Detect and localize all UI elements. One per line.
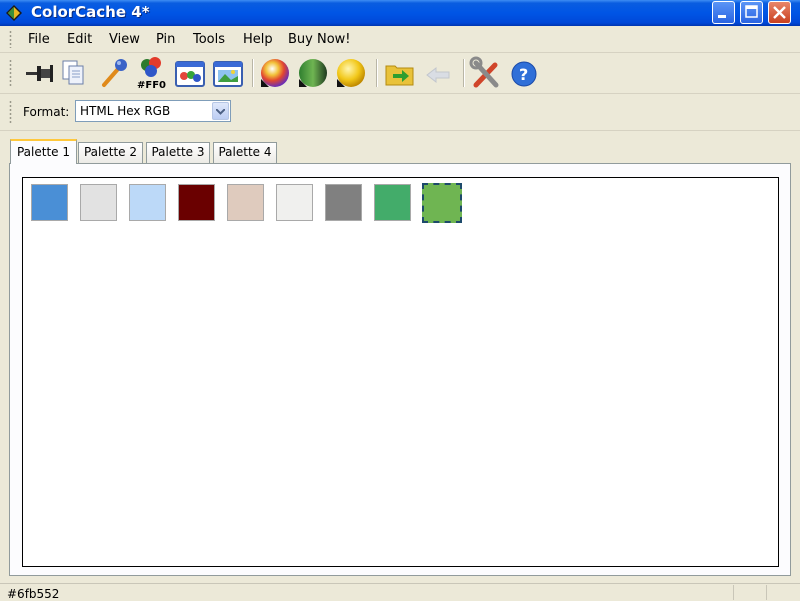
image-window-icon: [213, 61, 243, 87]
tab-palette-2[interactable]: Palette 2: [78, 142, 143, 163]
maximize-icon: [745, 5, 758, 18]
back-arrow-icon: [426, 66, 450, 84]
color-swatch[interactable]: [178, 184, 215, 221]
eyedropper-button[interactable]: [98, 55, 132, 91]
palette-window-button[interactable]: [173, 55, 207, 91]
menu-edit[interactable]: Edit: [67, 32, 92, 47]
close-icon: [773, 6, 786, 19]
tools-button[interactable]: [469, 55, 503, 91]
import-folder-icon: [385, 65, 414, 86]
pin-icon: [26, 65, 53, 82]
status-color-value: #6fb552: [7, 587, 60, 601]
palette-area[interactable]: [22, 177, 779, 567]
hex-color-icon: #FF0: [137, 57, 166, 91]
color-swatch[interactable]: [31, 184, 68, 221]
yellow-circle-button[interactable]: [334, 55, 368, 91]
menu-view[interactable]: View: [109, 32, 140, 47]
help-button[interactable]: ?: [507, 55, 541, 91]
tab-palette-3[interactable]: Palette 3: [146, 142, 210, 163]
toolbar-separator: [463, 59, 464, 87]
chevron-down-icon: [216, 109, 225, 115]
svg-text:?: ?: [519, 65, 528, 84]
app-window: ColorCache 4* File Edit View Pin Tools H…: [0, 0, 800, 601]
toolbar-grip[interactable]: [9, 59, 12, 87]
color-swatch[interactable]: [374, 184, 411, 221]
status-divider: [766, 585, 767, 600]
toolbar-separator: [252, 59, 253, 87]
close-button[interactable]: [768, 1, 791, 24]
palette-window-icon: [175, 61, 205, 87]
main-toolbar: #FF0 ?: [0, 53, 800, 93]
format-dropdown[interactable]: HTML Hex RGB: [75, 100, 231, 122]
help-icon: ?: [511, 61, 537, 87]
format-selected-value: HTML Hex RGB: [80, 104, 171, 118]
formatbar-grip[interactable]: [9, 100, 12, 124]
shade-circle-button[interactable]: [296, 55, 330, 91]
minimize-icon: [718, 15, 726, 18]
menu-buy-now[interactable]: Buy Now!: [288, 32, 351, 47]
import-button[interactable]: [383, 55, 417, 91]
back-button[interactable]: [421, 55, 455, 91]
format-label: Format:: [23, 105, 70, 119]
dropdown-button[interactable]: [212, 102, 229, 120]
status-divider: [733, 585, 734, 600]
menu-pin[interactable]: Pin: [156, 32, 175, 47]
shade-circle-icon: [299, 59, 327, 87]
tab-palette-4[interactable]: Palette 4: [213, 142, 277, 163]
copy-button[interactable]: [58, 55, 92, 91]
menubar-grip[interactable]: [9, 30, 12, 48]
color-swatch[interactable]: [227, 184, 264, 221]
pin-button[interactable]: [23, 55, 57, 91]
menu-file[interactable]: File: [28, 32, 50, 47]
svg-text:#FF0: #FF0: [137, 80, 166, 91]
color-swatch-selected[interactable]: [422, 183, 462, 223]
menu-bar: File Edit View Pin Tools Help Buy Now!: [0, 26, 800, 52]
eyedropper-icon: [102, 59, 127, 87]
maximize-button[interactable]: [740, 1, 763, 24]
status-bar: #6fb552: [0, 583, 800, 601]
format-bar: Format: HTML Hex RGB: [0, 94, 800, 128]
color-wheel-icon: [261, 59, 289, 87]
tools-icon: [469, 56, 499, 88]
colorcache-app-icon: [6, 5, 22, 21]
color-swatch[interactable]: [80, 184, 117, 221]
minimize-button[interactable]: [712, 1, 735, 24]
copy-icon: [62, 60, 84, 85]
yellow-circle-icon: [337, 59, 365, 87]
color-swatch[interactable]: [276, 184, 313, 221]
color-swatch[interactable]: [129, 184, 166, 221]
menu-help[interactable]: Help: [243, 32, 273, 47]
formatbar-bottom-separator: [0, 130, 800, 131]
window-title: ColorCache 4*: [31, 3, 150, 21]
title-bar[interactable]: ColorCache 4*: [0, 0, 800, 26]
toolbar-separator: [376, 59, 377, 87]
color-swatch[interactable]: [325, 184, 362, 221]
hex-color-button[interactable]: #FF0: [135, 55, 169, 91]
image-window-button[interactable]: [211, 55, 245, 91]
menu-tools[interactable]: Tools: [193, 32, 225, 47]
color-wheel-button[interactable]: [258, 55, 292, 91]
tab-palette-1[interactable]: Palette 1: [10, 139, 77, 164]
